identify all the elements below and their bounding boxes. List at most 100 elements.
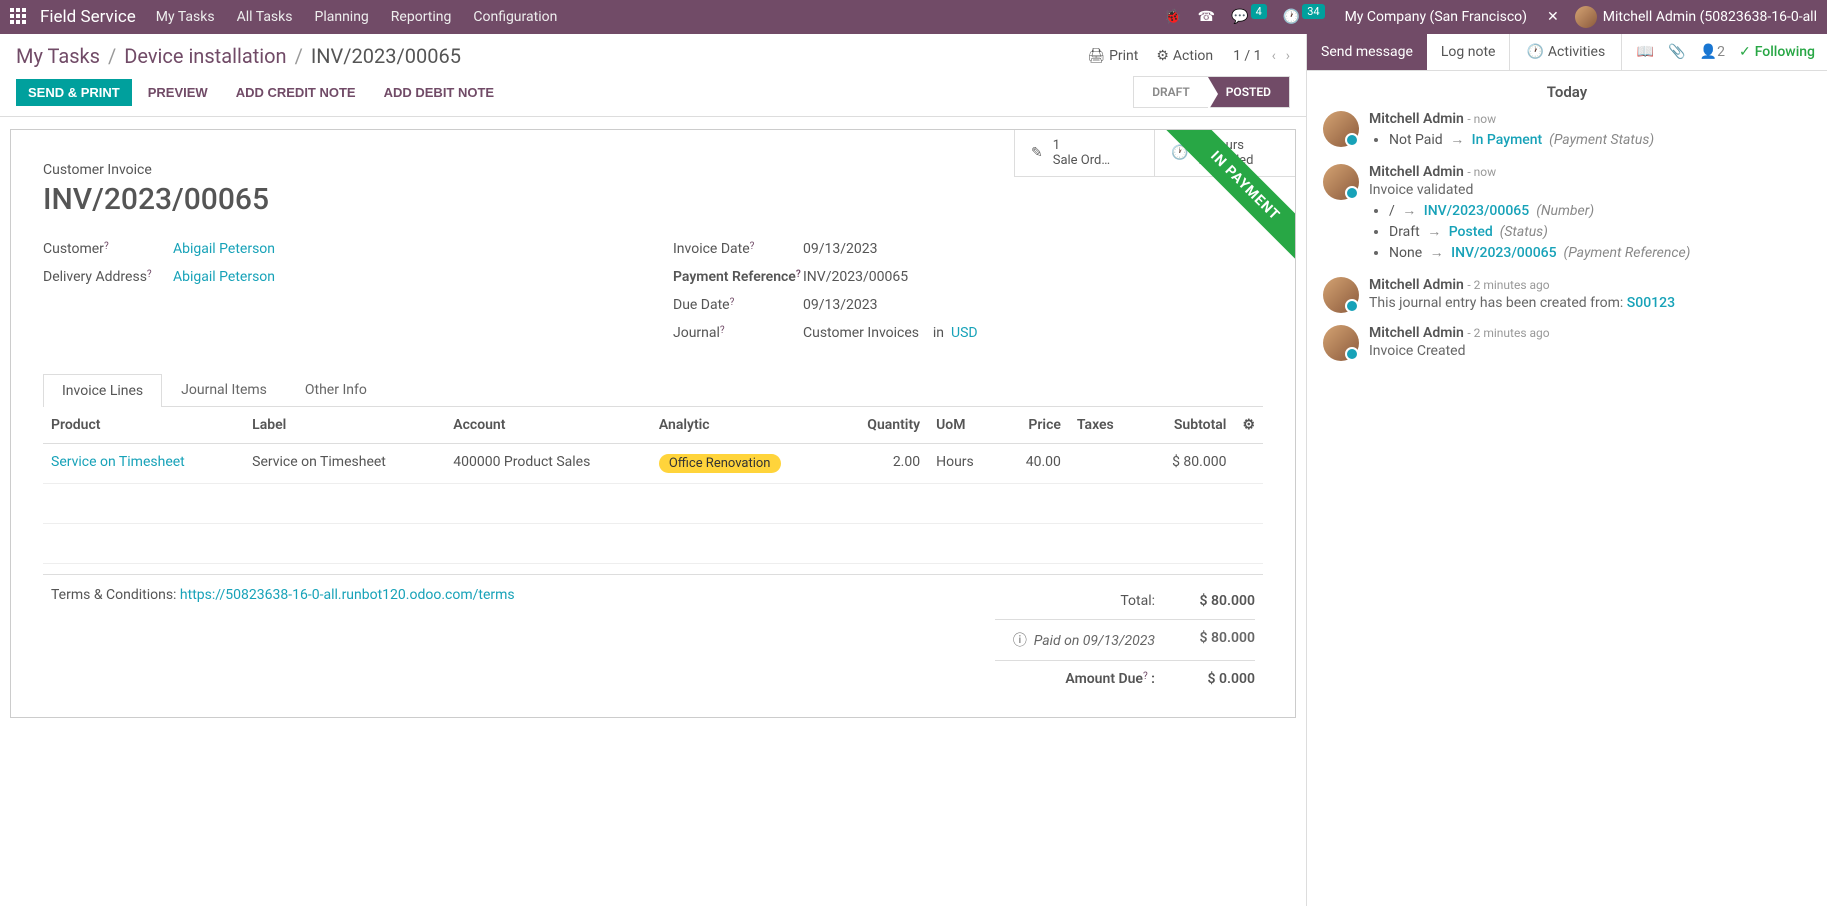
payment-ref-value: INV/2023/00065 bbox=[803, 269, 1263, 285]
currency-link[interactable]: USD bbox=[951, 325, 978, 341]
msg-author[interactable]: Mitchell Admin bbox=[1369, 111, 1464, 127]
tracking-field: (Payment Status) bbox=[1549, 132, 1654, 148]
analytic-tag[interactable]: Office Renovation bbox=[659, 454, 781, 473]
th-taxes: Taxes bbox=[1069, 407, 1140, 444]
avatar-icon[interactable] bbox=[1323, 277, 1359, 313]
clock-icon: 🕐 bbox=[1526, 44, 1543, 60]
breadcrumb-my-tasks[interactable]: My Tasks bbox=[16, 44, 100, 68]
msg-author[interactable]: Mitchell Admin bbox=[1369, 325, 1464, 341]
nav-reporting[interactable]: Reporting bbox=[391, 9, 452, 25]
th-label: Label bbox=[244, 407, 445, 444]
arrow-icon: → bbox=[1427, 224, 1441, 240]
nav-all-tasks[interactable]: All Tasks bbox=[237, 9, 293, 25]
th-price: Price bbox=[1000, 407, 1069, 444]
paid-label: Paid on 09/13/2023 bbox=[1034, 633, 1155, 649]
msg-author[interactable]: Mitchell Admin bbox=[1369, 277, 1464, 293]
avatar-icon bbox=[1575, 6, 1597, 28]
stat-sale-order[interactable]: ✎ 1Sale Ord… bbox=[1015, 130, 1155, 176]
breadcrumb-device[interactable]: Device installation bbox=[124, 44, 286, 68]
tab-journal-items[interactable]: Journal Items bbox=[162, 373, 286, 406]
user-menu[interactable]: Mitchell Admin (50823638-16-0-all bbox=[1575, 6, 1817, 28]
tools-icon[interactable]: ✕ bbox=[1547, 9, 1559, 25]
message: Mitchell Admin - now Not Paid → In Payme… bbox=[1323, 111, 1811, 152]
msg-author[interactable]: Mitchell Admin bbox=[1369, 164, 1464, 180]
avatar-icon[interactable] bbox=[1323, 164, 1359, 200]
action-button[interactable]: ⚙Action bbox=[1156, 48, 1213, 64]
stat-hours-num: 2 Hours bbox=[1198, 138, 1253, 153]
tabs: Invoice Lines Journal Items Other Info bbox=[43, 373, 1263, 407]
tab-invoice-lines[interactable]: Invoice Lines bbox=[43, 374, 162, 407]
brand[interactable]: Field Service bbox=[40, 7, 136, 27]
total-value: $ 80.000 bbox=[1175, 593, 1255, 609]
nav-planning[interactable]: Planning bbox=[314, 9, 368, 25]
check-icon: ✓ bbox=[1739, 44, 1751, 60]
preview-button[interactable]: PREVIEW bbox=[136, 79, 220, 106]
cell-label: Service on Timesheet bbox=[244, 444, 445, 484]
pager-next-icon[interactable]: › bbox=[1286, 48, 1290, 64]
info-icon[interactable]: ⓘ bbox=[1013, 633, 1027, 649]
amount-due-value: $ 0.000 bbox=[1175, 671, 1255, 687]
book-icon[interactable]: 📖 bbox=[1637, 44, 1654, 60]
breadcrumb: My Tasks / Device installation / INV/202… bbox=[16, 44, 461, 68]
activities-button[interactable]: 🕐Activities bbox=[1509, 34, 1622, 70]
tracking-new: INV/2023/00065 bbox=[1451, 245, 1556, 261]
cell-taxes bbox=[1069, 444, 1140, 484]
status-posted[interactable]: POSTED bbox=[1208, 77, 1289, 107]
empty-row bbox=[43, 484, 1263, 524]
th-settings[interactable]: ⚙ bbox=[1234, 407, 1263, 444]
send-print-button[interactable]: SEND & PRINT bbox=[16, 79, 132, 106]
terms-conditions: Terms & Conditions: https://50823638-16-… bbox=[51, 587, 995, 693]
chatter-date: Today bbox=[1323, 83, 1811, 101]
delivery-value[interactable]: Abigail Peterson bbox=[173, 269, 275, 285]
th-analytic: Analytic bbox=[651, 407, 836, 444]
terms-link[interactable]: https://50823638-16-0-all.runbot120.odoo… bbox=[180, 587, 515, 603]
breadcrumb-separator: / bbox=[295, 44, 303, 68]
cell-subtotal: $ 80.000 bbox=[1140, 444, 1235, 484]
messages-icon[interactable]: 💬4 bbox=[1231, 9, 1267, 25]
pager-prev-icon[interactable]: ‹ bbox=[1272, 48, 1276, 64]
nav-my-tasks[interactable]: My Tasks bbox=[156, 9, 215, 25]
attach-icon[interactable]: 📎 bbox=[1668, 44, 1685, 60]
cell-product[interactable]: Service on Timesheet bbox=[51, 454, 185, 470]
send-message-button[interactable]: Send message bbox=[1307, 34, 1427, 70]
chatter: Send message Log note 🕐Activities 📖 📎 👤2… bbox=[1307, 34, 1827, 906]
msg-time: - now bbox=[1467, 112, 1496, 126]
tab-other-info[interactable]: Other Info bbox=[286, 373, 386, 406]
tracking-old: / bbox=[1389, 203, 1395, 219]
print-button[interactable]: 🖨Print bbox=[1087, 48, 1138, 64]
control-bar: My Tasks / Device installation / INV/202… bbox=[0, 34, 1306, 76]
add-credit-note-button[interactable]: ADD CREDIT NOTE bbox=[224, 79, 368, 106]
pager: 1 / 1 ‹ › bbox=[1233, 48, 1290, 64]
content-area: My Tasks / Device installation / INV/202… bbox=[0, 34, 1307, 906]
nav-configuration[interactable]: Configuration bbox=[473, 9, 557, 25]
stat-hours[interactable]: 🕐 2 HoursRecorded bbox=[1155, 130, 1295, 176]
status-draft[interactable]: DRAFT bbox=[1134, 77, 1208, 107]
delivery-label: Delivery Address? bbox=[43, 269, 173, 285]
journal-value: Customer Invoices in USD bbox=[803, 325, 1263, 341]
th-subtotal: Subtotal bbox=[1140, 407, 1235, 444]
msg-text: This journal entry has been created from… bbox=[1369, 295, 1627, 311]
avatar-icon[interactable] bbox=[1323, 325, 1359, 361]
log-note-button[interactable]: Log note bbox=[1427, 34, 1510, 70]
terms-label: Terms & Conditions: bbox=[51, 587, 180, 603]
support-icon[interactable]: ☎ bbox=[1198, 9, 1215, 25]
tracking-field: (Number) bbox=[1536, 203, 1594, 219]
activities-icon[interactable]: 🕐34 bbox=[1283, 9, 1325, 25]
journal-link[interactable]: S00123 bbox=[1627, 295, 1675, 311]
doc-title: INV/2023/00065 bbox=[43, 182, 269, 217]
total-label: Total: bbox=[995, 593, 1155, 609]
table-row[interactable]: Service on Timesheet Service on Timeshee… bbox=[43, 444, 1263, 484]
arrow-icon: → bbox=[1450, 132, 1464, 148]
print-icon: 🖨 bbox=[1087, 48, 1105, 64]
following-button[interactable]: ✓Following bbox=[1739, 44, 1815, 60]
table-header-row: Product Label Account Analytic Quantity … bbox=[43, 407, 1263, 444]
customer-value[interactable]: Abigail Peterson bbox=[173, 241, 275, 257]
debug-icon[interactable]: 🐞 bbox=[1164, 9, 1181, 25]
company-selector[interactable]: My Company (San Francisco) bbox=[1345, 9, 1527, 25]
avatar-icon[interactable] bbox=[1323, 111, 1359, 147]
paid-value: $ 80.000 bbox=[1175, 630, 1255, 650]
apps-icon[interactable] bbox=[10, 8, 28, 26]
th-account: Account bbox=[445, 407, 651, 444]
followers-icon[interactable]: 👤2 bbox=[1700, 44, 1725, 60]
add-debit-note-button[interactable]: ADD DEBIT NOTE bbox=[372, 79, 507, 106]
